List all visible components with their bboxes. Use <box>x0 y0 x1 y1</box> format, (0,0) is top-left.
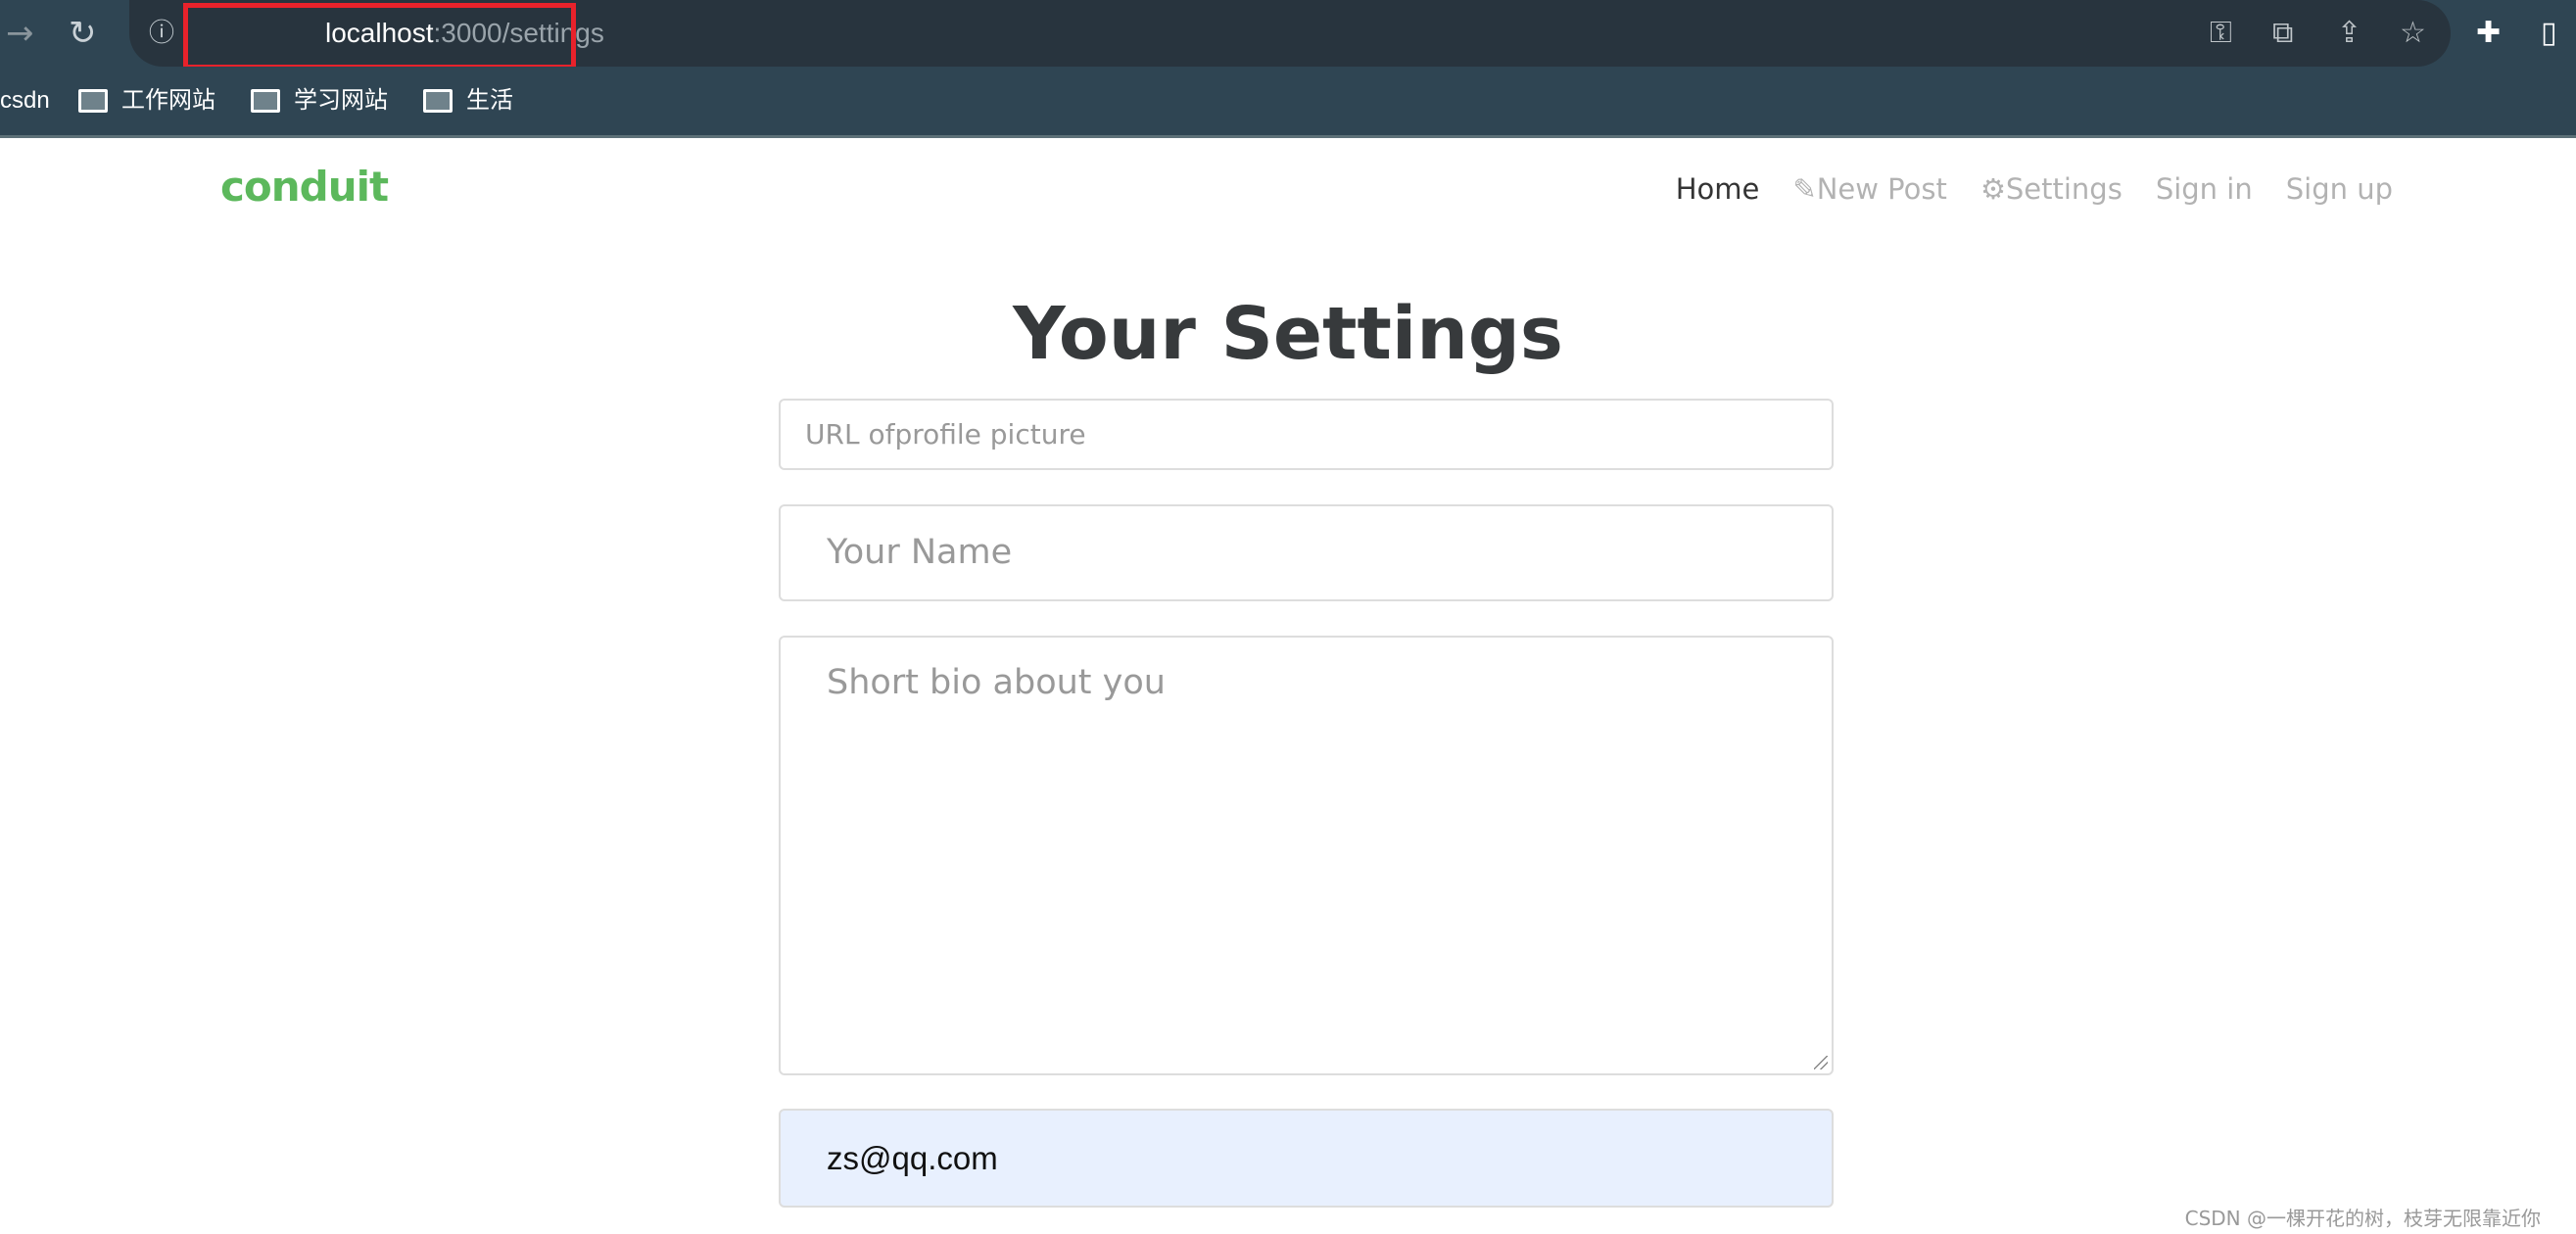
bookmark-life[interactable]: 生活 <box>423 84 513 118</box>
brand-logo[interactable]: conduit <box>220 163 389 211</box>
extensions-icon[interactable]: ✚ <box>2476 14 2501 53</box>
nav-settings[interactable]: ⚙Settings <box>1980 172 2123 206</box>
main-nav: Home ✎New Post ⚙Settings Sign in Sign up <box>1676 172 2393 206</box>
info-icon[interactable]: ⓘ <box>149 14 174 53</box>
bookmark-csdn[interactable]: csdn <box>0 84 50 118</box>
sidebar-icon[interactable]: ▯ <box>2541 14 2557 53</box>
edit-icon: ✎ <box>1792 172 1817 206</box>
folder-icon <box>251 89 280 113</box>
share-icon[interactable]: ⇪ <box>2337 14 2361 53</box>
bio-textarea[interactable]: Short bio about you <box>779 636 1834 1075</box>
key-icon[interactable]: ⚿ <box>2210 14 2232 53</box>
folder-icon <box>78 89 108 113</box>
profile-picture-url-input[interactable]: URL ofprofile picture <box>779 399 1834 470</box>
nav-sign-up[interactable]: Sign up <box>2286 172 2393 206</box>
star-icon[interactable]: ☆ <box>2400 14 2426 53</box>
folder-icon <box>423 89 453 113</box>
gear-icon: ⚙ <box>1980 172 2006 206</box>
bookmarks-bar: csdn 工作网站 学习网站 生活 <box>0 67 2576 138</box>
translate-icon[interactable]: ⧉ <box>2272 14 2293 53</box>
reload-icon[interactable]: ↻ <box>69 14 97 53</box>
nav-new-post[interactable]: ✎New Post <box>1792 172 1946 206</box>
nav-sign-in[interactable]: Sign in <box>2156 172 2253 206</box>
resize-handle[interactable] <box>1814 1056 1828 1069</box>
bookmark-study[interactable]: 学习网站 <box>251 84 388 118</box>
nav-home[interactable]: Home <box>1676 172 1760 206</box>
bookmark-work[interactable]: 工作网站 <box>78 84 215 118</box>
email-input[interactable]: zs@qq.com <box>779 1109 1834 1208</box>
forward-icon[interactable]: → <box>6 14 34 53</box>
name-input[interactable]: Your Name <box>779 504 1834 601</box>
page-title: Your Settings <box>1013 292 1563 376</box>
url-highlight-box <box>183 3 576 70</box>
watermark: CSDN @一棵开花的树，枝芽无限靠近你 <box>2184 1207 2541 1230</box>
